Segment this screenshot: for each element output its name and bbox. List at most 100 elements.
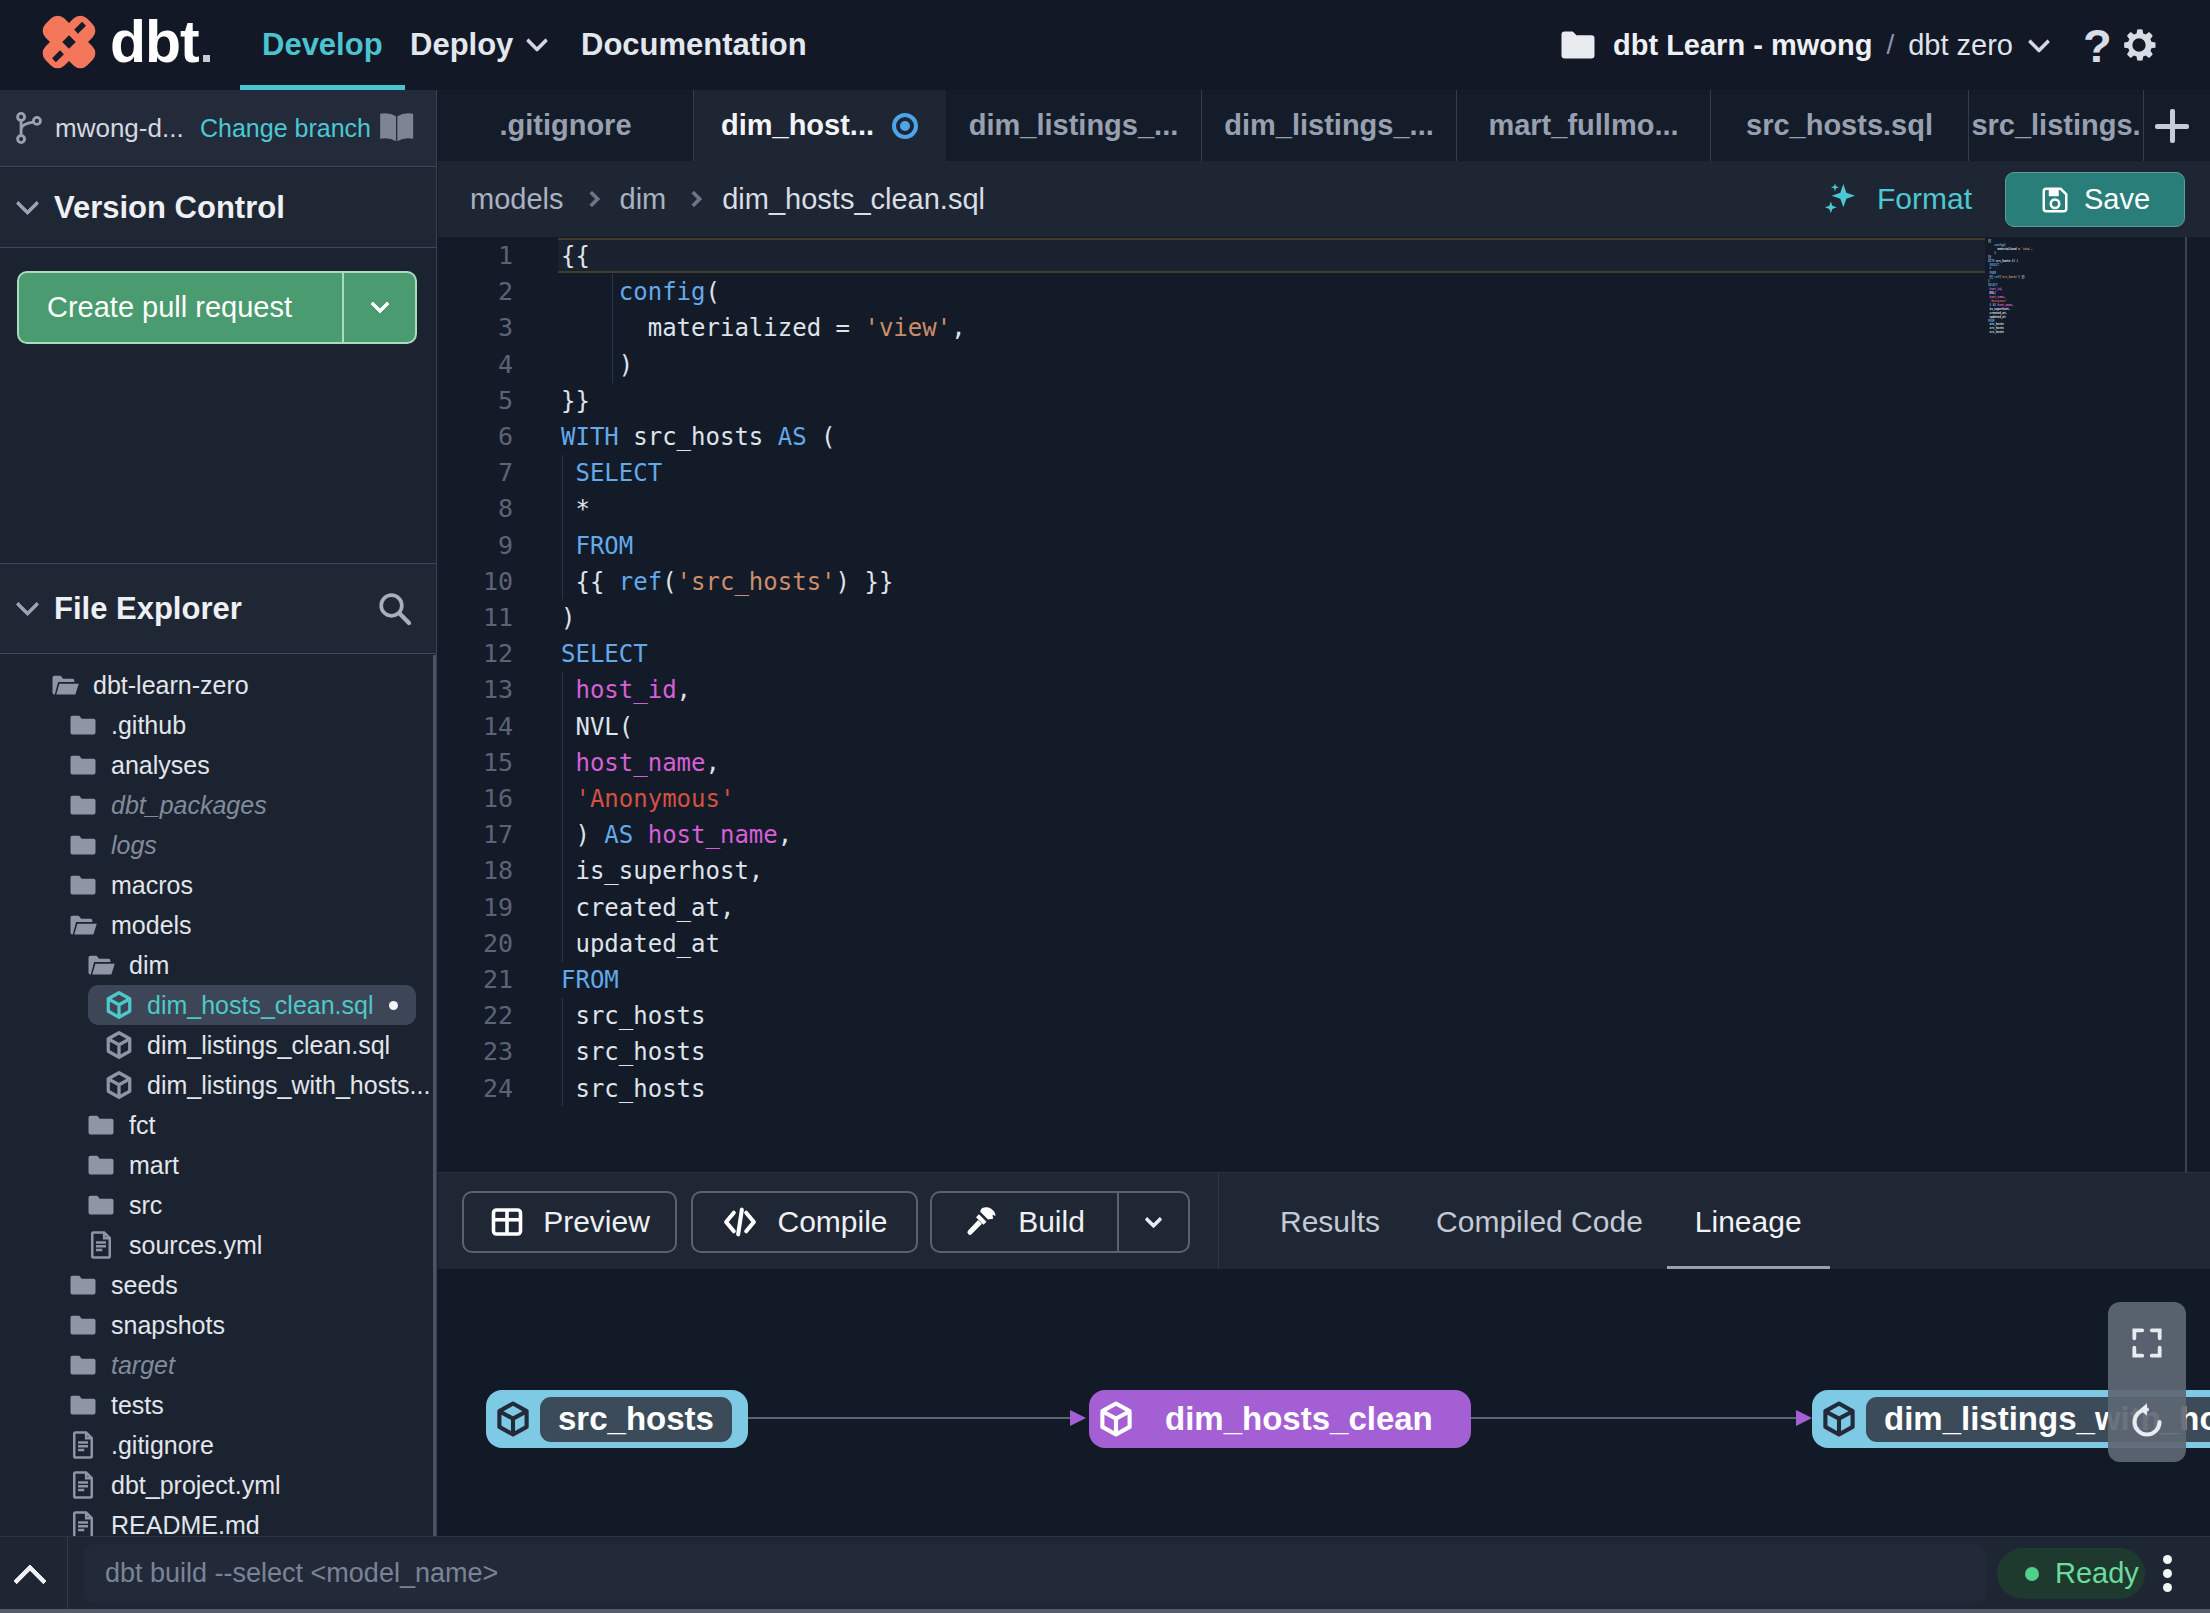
file-tree-item-.gitignore[interactable]: .gitignore [0, 1425, 436, 1465]
lineage-node-dim_hosts_clean[interactable]: dim_hosts_clean [1089, 1390, 1471, 1448]
tab-compiled-code[interactable]: Compiled Code [1436, 1173, 1643, 1270]
lineage-edge-2 [1471, 1417, 1796, 1419]
project-selector[interactable]: dbt Learn - mwong / dbt zero [1560, 0, 2047, 90]
chevron-down-icon [15, 592, 39, 616]
code-line-23: src_hosts [561, 1034, 966, 1070]
file-tree-scrollbar[interactable] [433, 655, 436, 1536]
current-branch[interactable]: mwong-d... [55, 113, 184, 144]
file-explorer-header[interactable]: File Explorer [0, 563, 436, 654]
folder-open-icon [50, 670, 80, 700]
preview-button[interactable]: Preview [462, 1191, 677, 1253]
folder-icon [68, 1310, 98, 1340]
file-tree-item-macros[interactable]: macros [0, 865, 436, 905]
new-tab-button[interactable] [2142, 90, 2202, 161]
status-badge: Ready [1997, 1548, 2145, 1599]
fullscreen-icon[interactable] [2128, 1324, 2166, 1362]
editor-tab-1[interactable]: .gitignore [438, 90, 694, 161]
dbt-wordmark: dbt [110, 8, 199, 76]
file-name: dim_listings_with_hosts... [147, 1071, 430, 1100]
file-tree-item-dim[interactable]: dim [0, 945, 436, 985]
file-icon [68, 1430, 98, 1460]
tab-label: dim_listings_... [1224, 109, 1434, 142]
lineage-node-src_hosts[interactable]: src_hosts [486, 1390, 748, 1448]
search-icon[interactable] [374, 588, 414, 628]
compile-button[interactable]: Compile [691, 1191, 918, 1253]
code-line-3: materialized = 'view', [561, 310, 966, 346]
file-tree-item-.github[interactable]: .github [0, 705, 436, 745]
editor-scrollbar[interactable] [2185, 237, 2187, 1172]
docs-book-icon[interactable] [376, 110, 416, 146]
settings-gear-icon[interactable] [2118, 24, 2160, 70]
file-tree-item-mart[interactable]: mart [0, 1145, 436, 1185]
code-line-14: NVL( [561, 709, 966, 745]
help-button[interactable]: ? [2083, 0, 2112, 90]
version-control-header[interactable]: Version Control [0, 168, 436, 248]
code-line-17: ) AS host_name, [561, 817, 966, 853]
file-tree-item-dim-hosts-clean.sql[interactable]: dim_hosts_clean.sql [0, 985, 436, 1025]
nav-tab-develop[interactable]: Develop [262, 0, 383, 90]
model-cube-icon [104, 990, 134, 1020]
file-tree-item-dbt-packages[interactable]: dbt_packages [0, 785, 436, 825]
folder-icon [68, 1390, 98, 1420]
code-editor[interactable]: 123456789101112131415161718192021222324 … [438, 237, 2210, 1172]
editor-tab-5[interactable]: mart_fullmo... [1457, 90, 1711, 161]
file-tree-item-tests[interactable]: tests [0, 1385, 436, 1425]
code-line-7: SELECT [561, 455, 966, 491]
file-icon [68, 1510, 98, 1536]
breadcrumb-dim[interactable]: dim [620, 183, 667, 216]
dbt-logo[interactable]: dbt [37, 8, 210, 76]
folder-icon [68, 830, 98, 860]
command-input[interactable]: dbt build --select <model_name> [84, 1544, 1986, 1603]
file-tree-item-dim-listings-clean.sql[interactable]: dim_listings_clean.sql [0, 1025, 436, 1065]
code-line-20: updated_at [561, 926, 966, 962]
code-line-16: 'Anonymous' [561, 781, 966, 817]
build-dropdown-button[interactable] [1117, 1191, 1190, 1253]
editor-tab-4[interactable]: dim_listings_... [1202, 90, 1457, 161]
create-pull-request-button[interactable]: Create pull request [17, 271, 417, 344]
nav-tab-deploy[interactable]: Deploy [410, 0, 545, 90]
nav-tab-documentation[interactable]: Documentation [581, 0, 807, 90]
file-tree-item-dbt-learn-zero[interactable]: dbt-learn-zero [0, 665, 436, 705]
save-button[interactable]: Save [2005, 172, 2185, 227]
file-tree-item-dim-listings-with-hosts...[interactable]: dim_listings_with_hosts... [0, 1065, 436, 1105]
editor-tab-3[interactable]: dim_listings_... [946, 90, 1202, 161]
code-line-4: ) [561, 347, 966, 383]
file-tree-item-dbt-project.yml[interactable]: dbt_project.yml [0, 1465, 436, 1505]
code-line-18: is_superhost, [561, 853, 966, 889]
file-tree-item-target[interactable]: target [0, 1345, 436, 1385]
bottom-toolbar: Preview Compile Build Results Compiled C… [438, 1172, 2210, 1269]
change-branch-link[interactable]: Change branch [200, 114, 371, 143]
tab-results[interactable]: Results [1280, 1173, 1380, 1270]
file-tree-item-models[interactable]: models [0, 905, 436, 945]
minimap[interactable]: {{ config( materialized = 'view', )}}WIT… [1985, 237, 2185, 1172]
chevron-up-icon[interactable] [18, 1561, 46, 1589]
tab-lineage[interactable]: Lineage [1695, 1173, 1802, 1270]
file-tree-item-analyses[interactable]: analyses [0, 745, 436, 785]
code-line-9: FROM [561, 528, 966, 564]
refresh-icon[interactable] [2127, 1402, 2167, 1442]
status-label: Ready [2055, 1557, 2139, 1590]
format-button[interactable]: Format [1820, 161, 1972, 237]
indent-guide [562, 998, 563, 1106]
lineage-panel[interactable]: src_hostsdim_hosts_cleandim_listings_wit… [438, 1269, 2210, 1536]
build-button[interactable]: Build [930, 1191, 1117, 1253]
file-tree-item-seeds[interactable]: seeds [0, 1265, 436, 1305]
file-tree-item-snapshots[interactable]: snapshots [0, 1305, 436, 1345]
file-tree-item-logs[interactable]: logs [0, 825, 436, 865]
code-content[interactable]: {{ config( materialized = 'view', )}}WIT… [561, 238, 966, 1107]
indent-guide [562, 672, 563, 962]
file-tree-item-src[interactable]: src [0, 1185, 436, 1225]
tab-label: src_listings. [1971, 109, 2140, 142]
breadcrumb-models[interactable]: models [470, 183, 564, 216]
kebab-menu[interactable] [2163, 1555, 2173, 1597]
file-tree-item-fct[interactable]: fct [0, 1105, 436, 1145]
editor-tab-2[interactable]: dim_host... [694, 90, 946, 161]
file-name: tests [111, 1391, 164, 1420]
editor-tab-6[interactable]: src_hosts.sql [1711, 90, 1969, 161]
lineage-arrowhead-icon [1070, 1410, 1086, 1426]
file-tree-item-sources.yml[interactable]: sources.yml [0, 1225, 436, 1265]
build-label: Build [1018, 1205, 1085, 1239]
pull-request-dropdown[interactable] [342, 273, 415, 342]
file-tree-item-readme.md[interactable]: README.md [0, 1505, 436, 1536]
editor-tab-7[interactable]: src_listings. [1969, 90, 2144, 161]
